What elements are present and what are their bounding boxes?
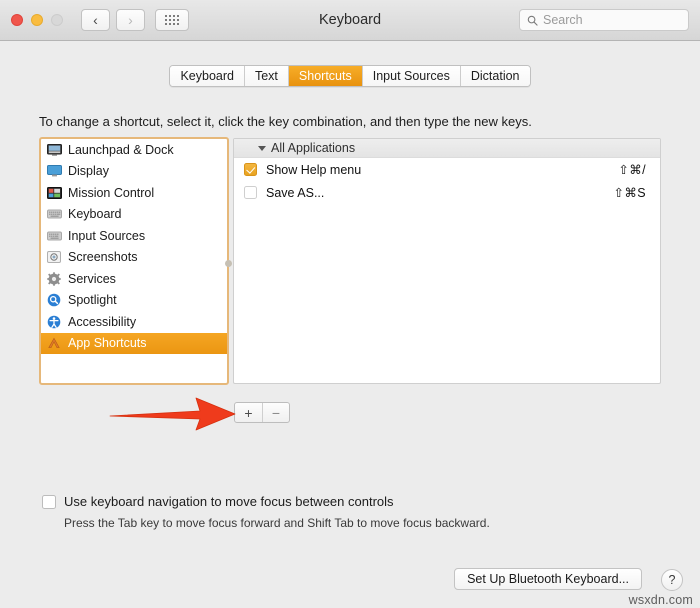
window-titlebar: ‹ › Keyboard	[0, 0, 700, 41]
remove-shortcut-button[interactable]: −	[262, 403, 289, 422]
tab-shortcuts[interactable]: Shortcuts	[288, 66, 363, 86]
shortcut-label: Save AS...	[266, 185, 325, 200]
category-item-mission-control[interactable]: Mission Control	[41, 182, 227, 204]
preference-tab-bar: Keyboard Text Shortcuts Input Sources Di…	[0, 65, 700, 87]
display-icon	[46, 164, 62, 178]
shortcut-group-title: All Applications	[271, 141, 356, 155]
category-label: Spotlight	[68, 293, 117, 308]
red-arrow-annotation	[109, 397, 236, 431]
keyboard-navigation-checkbox[interactable]	[42, 494, 56, 509]
tab-dictation[interactable]: Dictation	[460, 66, 530, 86]
add-remove-button-group: + −	[234, 402, 290, 423]
table-row[interactable]: Save AS... ⇧⌘S	[234, 181, 660, 204]
category-item-keyboard[interactable]: Keyboard	[41, 204, 227, 226]
category-item-services[interactable]: Services	[41, 268, 227, 290]
keyboard-navigation-hint: Press the Tab key to move focus forward …	[64, 516, 490, 530]
category-label: Accessibility	[68, 314, 137, 329]
close-window-button[interactable]	[11, 14, 23, 26]
search-field[interactable]	[519, 9, 689, 31]
show-all-grid-icon	[164, 14, 180, 26]
zoom-window-button	[51, 14, 63, 26]
shortcut-keys[interactable]: ⇧⌘S	[613, 185, 660, 200]
tab-keyboard[interactable]: Keyboard	[170, 66, 245, 86]
instruction-text: To change a shortcut, select it, click t…	[39, 114, 532, 129]
input-sources-icon	[46, 229, 62, 243]
shortcut-enable-cell[interactable]	[234, 186, 266, 199]
category-list-scrollbar[interactable]	[224, 140, 233, 382]
shortcut-category-list[interactable]: Launchpad & Dock Display Mission Control	[39, 137, 229, 385]
shortcut-enable-cell[interactable]	[234, 163, 266, 176]
search-icon	[527, 15, 538, 26]
category-label: Keyboard	[68, 207, 122, 222]
shortcut-label: Show Help menu	[266, 162, 362, 177]
screenshots-icon	[46, 250, 62, 264]
app-shortcuts-icon	[46, 336, 62, 350]
category-item-app-shortcuts[interactable]: App Shortcuts	[41, 332, 227, 354]
table-row[interactable]: Show Help menu ⇧⌘/	[234, 158, 660, 181]
launchpad-dock-icon	[46, 143, 62, 157]
keyboard-navigation-option[interactable]: Use keyboard navigation to move focus be…	[42, 494, 394, 509]
accessibility-icon	[46, 315, 62, 329]
forward-button[interactable]: ›	[116, 9, 145, 31]
keyboard-icon	[46, 207, 62, 221]
category-label: Services	[68, 271, 116, 286]
category-label: Display	[68, 164, 109, 179]
mission-control-icon	[46, 186, 62, 200]
category-item-input-sources[interactable]: Input Sources	[41, 225, 227, 247]
set-up-bluetooth-keyboard-button[interactable]: Set Up Bluetooth Keyboard...	[454, 568, 642, 590]
category-item-accessibility[interactable]: Accessibility	[41, 311, 227, 333]
minimize-window-button[interactable]	[31, 14, 43, 26]
shortcuts-table[interactable]: All Applications Show Help menu ⇧⌘/ Save…	[233, 138, 661, 384]
category-item-display[interactable]: Display	[41, 161, 227, 183]
shortcut-group-header[interactable]: All Applications	[234, 139, 660, 158]
tab-group: Keyboard Text Shortcuts Input Sources Di…	[169, 65, 531, 87]
category-label: Launchpad & Dock	[68, 142, 174, 157]
help-button[interactable]: ?	[661, 569, 683, 591]
tab-input-sources[interactable]: Input Sources	[362, 66, 461, 86]
category-item-screenshots[interactable]: Screenshots	[41, 247, 227, 269]
spotlight-icon	[46, 293, 62, 307]
services-gear-icon	[46, 272, 62, 286]
shortcut-checkbox-unchecked[interactable]	[243, 186, 257, 199]
category-item-launchpad-dock[interactable]: Launchpad & Dock	[41, 139, 227, 161]
category-label: Input Sources	[68, 228, 146, 243]
category-item-spotlight[interactable]: Spotlight	[41, 290, 227, 312]
keyboard-navigation-label: Use keyboard navigation to move focus be…	[64, 494, 394, 509]
category-label: Screenshots	[68, 250, 138, 265]
add-shortcut-button[interactable]: +	[235, 403, 262, 422]
show-all-button[interactable]	[155, 9, 189, 31]
traffic-light-group	[11, 14, 63, 26]
category-label: Mission Control	[68, 185, 155, 200]
back-button[interactable]: ‹	[81, 9, 110, 31]
shortcut-checkbox-checked[interactable]	[243, 163, 257, 176]
watermark: wsxdn.com	[628, 593, 693, 607]
category-label: App Shortcuts	[68, 336, 147, 351]
tab-text[interactable]: Text	[244, 66, 289, 86]
search-input[interactable]	[543, 13, 681, 27]
disclosure-triangle-down-icon[interactable]	[258, 145, 266, 151]
navigation-buttons: ‹ ›	[81, 9, 145, 31]
category-list-scrollbar-thumb[interactable]	[225, 260, 232, 267]
shortcut-keys[interactable]: ⇧⌘/	[618, 162, 660, 177]
